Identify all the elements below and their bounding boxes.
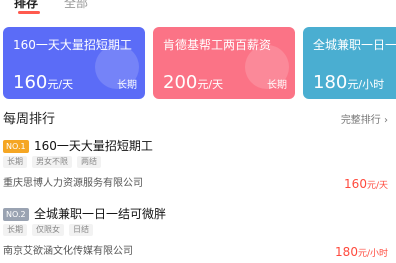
job-tags: 长期 男女不限 两结 xyxy=(3,156,106,169)
tab-ranking[interactable]: 排存 xyxy=(14,0,38,11)
rank-badge: NO.1 xyxy=(3,140,29,153)
card-tag: 长期 xyxy=(267,80,287,91)
featured-job-card[interactable]: 肯德基帮工两百薪资 200元/天 长期 xyxy=(153,27,295,99)
full-ranking-link[interactable]: 完整排行 › xyxy=(341,111,388,126)
job-tags: 长期 仅限女 日结 xyxy=(3,224,98,237)
job-tag: 两结 xyxy=(77,156,101,168)
rank-badge: NO.2 xyxy=(3,208,29,221)
company-name: 重庆思博人力资源服务有限公司 xyxy=(3,178,143,189)
job-tag: 仅限女 xyxy=(32,224,64,236)
job-salary: 180元/小时 xyxy=(335,245,388,259)
active-tab-indicator xyxy=(18,11,40,14)
company-name: 南京艾欲涵文化传媒有限公司 xyxy=(3,246,133,257)
card-salary: 180元/小时 xyxy=(313,72,385,93)
job-tag: 长期 xyxy=(3,224,27,236)
job-tag: 男女不限 xyxy=(32,156,72,168)
featured-job-card[interactable]: 全城兼职一日一 180元/小时 xyxy=(303,27,396,99)
list-item[interactable]: NO.1 160一天大量招短期工 长期 男女不限 两结 重庆思博人力资源服务有限公司… xyxy=(0,137,396,195)
card-salary: 160元/天 xyxy=(13,72,74,93)
card-tag: 长期 xyxy=(117,80,137,91)
list-item[interactable]: NO.2 全城兼职一日一结可微胖 长期 仅限女 日结 南京艾欲涵文化传媒有限公司 1… xyxy=(0,205,396,263)
featured-job-card[interactable]: 160一天大量招短期工 160元/天 长期 xyxy=(3,27,145,99)
tab-all[interactable]: 全部 xyxy=(64,0,88,11)
featured-jobs-carousel: 160一天大量招短期工 160元/天 长期 肯德基帮工两百薪资 200元/天 长… xyxy=(0,27,396,99)
weekly-ranking-title: 每周排行 xyxy=(3,112,56,127)
job-title: 全城兼职一日一结可微胖 xyxy=(34,207,167,221)
job-salary: 160元/天 xyxy=(344,177,388,191)
job-title: 160一天大量招短期工 xyxy=(34,139,153,153)
job-tag: 日结 xyxy=(69,224,93,236)
card-title: 全城兼职一日一 xyxy=(313,38,396,52)
card-title: 肯德基帮工两百薪资 xyxy=(163,38,272,52)
job-tag: 长期 xyxy=(3,156,27,168)
top-tab-bar: 排存 全部 xyxy=(0,0,396,18)
card-title: 160一天大量招短期工 xyxy=(13,38,132,52)
card-salary: 200元/天 xyxy=(163,72,224,93)
